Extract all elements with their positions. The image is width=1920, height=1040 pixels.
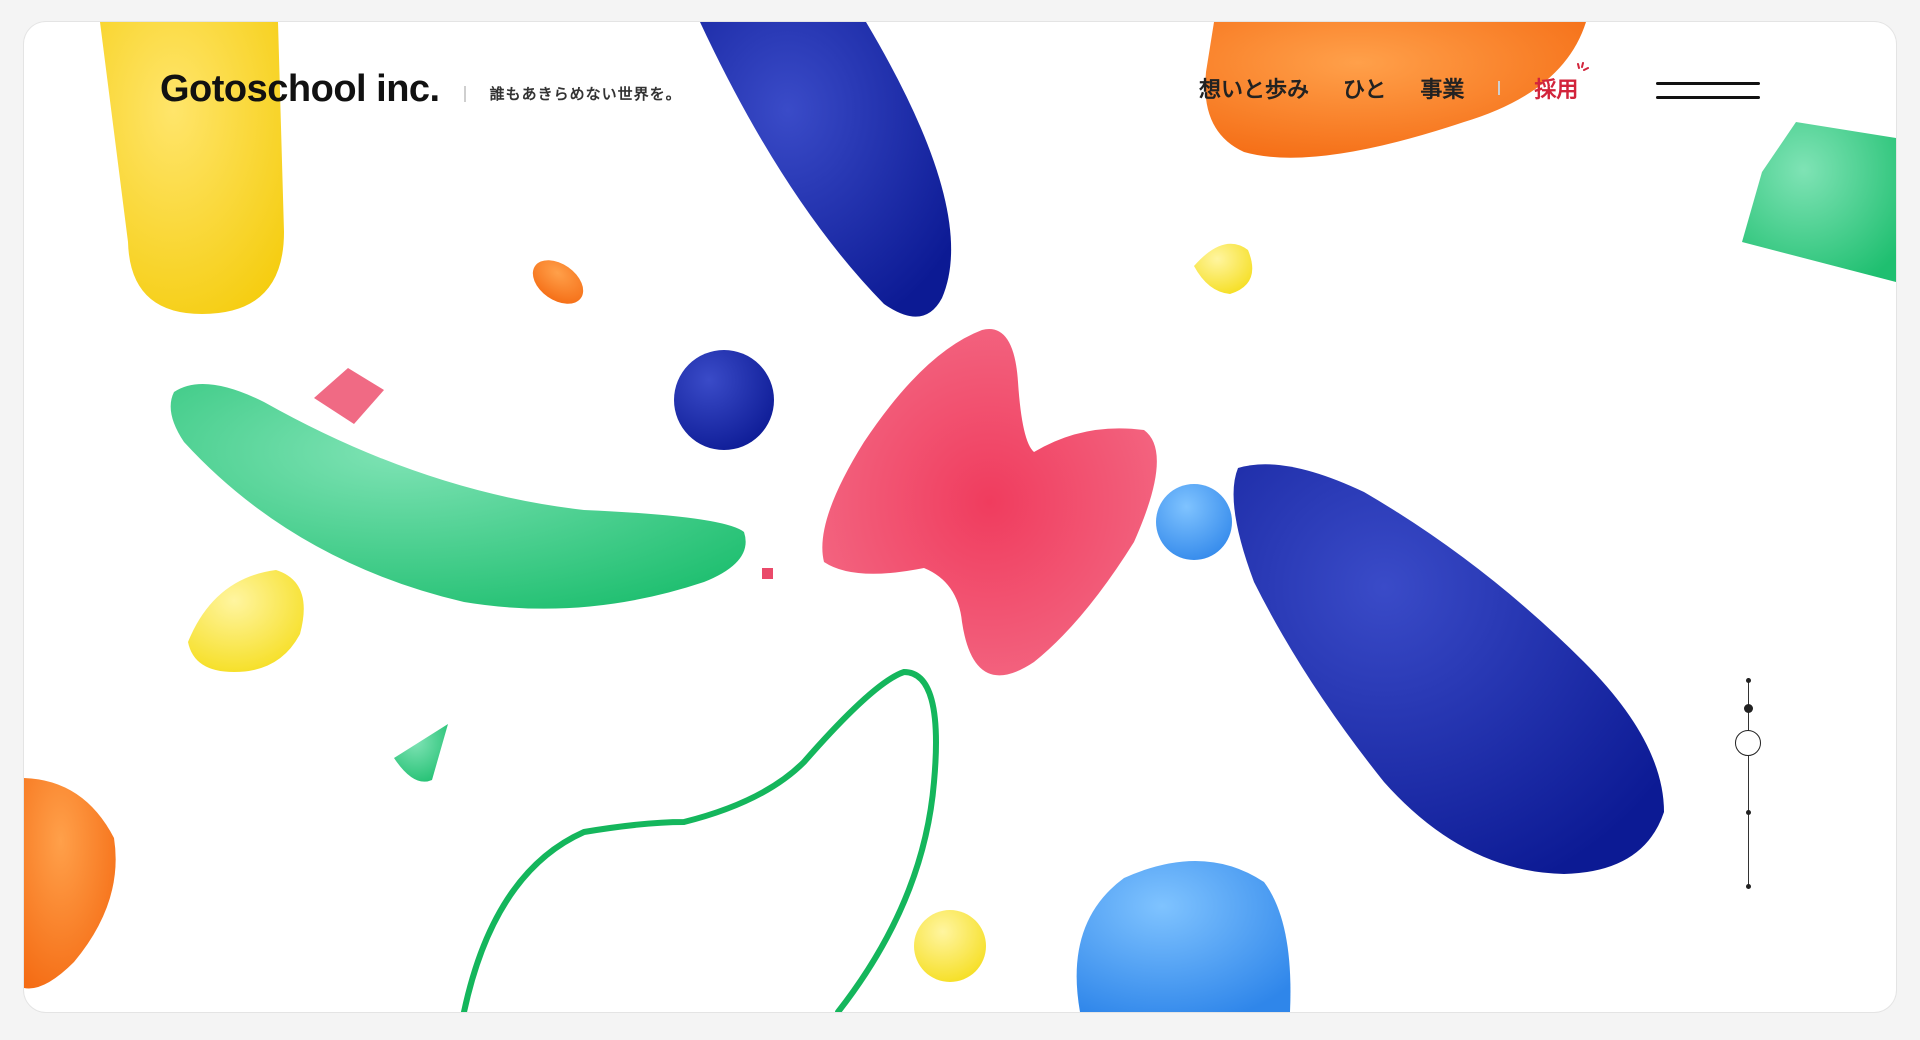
pink-cube-shape (314, 368, 384, 424)
nav-divider (1498, 81, 1501, 95)
yellow-ball-shape (914, 910, 986, 982)
yellow-half-sphere-shape (188, 570, 304, 672)
pink-bow-shape (822, 329, 1157, 676)
scroll-dot-1[interactable] (1746, 678, 1751, 683)
nav-recruit-label: 採用 (1534, 78, 1579, 103)
blue-teardrop-shape (700, 22, 952, 317)
scroll-dot-4[interactable] (1746, 810, 1751, 815)
brand-area: Gotoschool inc. 誰もあきらめない世界を。 (160, 68, 682, 111)
lemon-cone-shape (1194, 243, 1253, 294)
nav-item-people[interactable]: ひと (1343, 72, 1386, 104)
sparkle-icon (1577, 62, 1590, 71)
hamburger-menu-button[interactable] (1656, 74, 1760, 110)
green-line-loop-shape (461, 668, 939, 1012)
hamburger-menu-icon-line-bottom (1656, 96, 1760, 99)
yellow-pill-shape (100, 22, 284, 314)
green-cone-shape (394, 724, 448, 782)
green-block-shape (1742, 122, 1896, 282)
blue-sphere-shape (674, 350, 774, 450)
global-nav: 想いと歩み ひと 事業 採用 (1199, 62, 1590, 104)
scroll-dot-5[interactable] (1746, 884, 1751, 889)
nav-item-business[interactable]: 事業 (1420, 72, 1464, 104)
hamburger-menu-icon-line-top (1656, 82, 1760, 85)
company-logo[interactable]: Gotoschool inc. (160, 68, 440, 111)
hero-illustration (24, 22, 1896, 1012)
scroll-dot-2[interactable] (1744, 704, 1753, 713)
scroll-indicator[interactable] (1734, 678, 1764, 890)
brand-divider (463, 85, 466, 102)
company-tagline: 誰もあきらめない世界を。 (489, 85, 682, 103)
nav-item-vision[interactable]: 想いと歩み (1199, 72, 1309, 104)
orange-edge-blob-shape (24, 778, 116, 989)
sky-large-sphere-shape (1076, 860, 1291, 1012)
orange-egg-shape (532, 260, 584, 304)
scroll-dot-current[interactable] (1735, 730, 1761, 756)
blue-sausage-shape (1233, 464, 1664, 874)
nav-item-recruit[interactable]: 採用 (1534, 62, 1590, 104)
page-frame: Gotoschool inc. 誰もあきらめない世界を。 想いと歩み ひと 事業… (24, 22, 1896, 1012)
sky-small-sphere-shape (1156, 484, 1232, 560)
tiny-pink-square-shape (762, 568, 773, 579)
